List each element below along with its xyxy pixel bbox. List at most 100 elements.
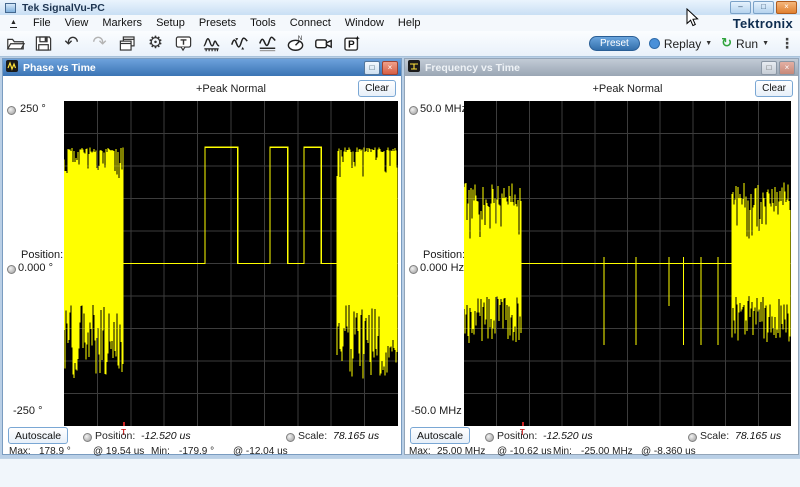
replay-label: Replay	[664, 37, 701, 51]
cascade-windows-icon[interactable]	[117, 33, 138, 54]
x-position-label: Position:	[497, 430, 537, 442]
menu-items: FileViewMarkersSetupPresetsToolsConnectW…	[26, 16, 428, 30]
menu-bar: ▲ FileViewMarkersSetupPresetsToolsConnec…	[0, 15, 800, 32]
svg-text:N: N	[298, 36, 302, 42]
preset-button[interactable]: Preset	[589, 36, 640, 51]
redo-icon[interactable]: ↷	[89, 33, 110, 54]
replay-status-icon	[649, 38, 660, 49]
run-label: Run	[736, 37, 758, 51]
x-position-label: Position:	[95, 430, 135, 442]
min-label: Min:	[151, 446, 170, 457]
undo-icon[interactable]: ↶	[61, 33, 82, 54]
position-knob-icon[interactable]	[7, 265, 16, 274]
meter-icon[interactable]: N	[285, 33, 306, 54]
min-label: Min:	[553, 446, 572, 457]
frequency-plot[interactable]: T	[464, 101, 791, 426]
max-at-value: @ 19.54 us	[93, 446, 144, 457]
app-titlebar: Tek SignalVu-PC – □ ×	[0, 0, 800, 16]
autoscale-button[interactable]: Autoscale	[8, 427, 68, 444]
min-value: -25.00 MHz	[581, 446, 633, 457]
clear-button[interactable]: Clear	[358, 80, 396, 97]
preset-p-icon[interactable]: P	[341, 33, 362, 54]
maximize-button[interactable]: □	[753, 1, 774, 14]
autoscale-button[interactable]: Autoscale	[410, 427, 470, 444]
panel-close-button[interactable]: ×	[382, 61, 398, 75]
panel-icon	[408, 59, 420, 77]
menu-item-help[interactable]: Help	[391, 16, 428, 30]
x-scale-value[interactable]: 78.165 us	[333, 430, 379, 442]
menu-item-setup[interactable]: Setup	[149, 16, 192, 30]
tektronix-logo: Tektronix	[733, 16, 793, 31]
x-position-value[interactable]: -12.520 us	[543, 430, 593, 442]
detector-label: +Peak Normal	[464, 83, 791, 95]
scale-knob-icon[interactable]	[409, 106, 418, 115]
min-at-value: @ -12.04 us	[233, 446, 288, 457]
run-dropdown-icon[interactable]: ▼	[762, 40, 769, 47]
mouse-cursor	[686, 8, 699, 32]
x-scale-knob-icon[interactable]	[286, 433, 295, 442]
open-icon[interactable]	[5, 33, 26, 54]
menu-item-tools[interactable]: Tools	[243, 16, 283, 30]
panel-close-button[interactable]: ×	[779, 61, 795, 75]
max-label: Max:	[9, 446, 31, 457]
scale-knob-icon[interactable]	[7, 106, 16, 115]
y-axis-bottom-label: -250 °	[13, 405, 42, 417]
run-refresh-icon: ↻	[721, 36, 732, 51]
min-value: -179.9 °	[179, 446, 214, 457]
menu-item-markers[interactable]: Markers	[95, 16, 149, 30]
text-marker-icon[interactable]	[173, 33, 194, 54]
display-area: Phase vs Time □ × +Peak Normal Clear 250…	[0, 57, 800, 458]
phase-plot[interactable]: T	[64, 101, 398, 426]
menu-item-file[interactable]: File	[26, 16, 58, 30]
max-value: 25.00 MHz	[437, 446, 485, 457]
x-position-value[interactable]: -12.520 us	[141, 430, 191, 442]
x-position-knob-icon[interactable]	[83, 433, 92, 442]
max-at-value: @ -10.62 us	[497, 446, 552, 457]
run-control[interactable]: ↻ Run ▼	[721, 36, 769, 51]
save-icon[interactable]	[33, 33, 54, 54]
panel-title: Frequency vs Time	[425, 62, 520, 74]
clear-button[interactable]: Clear	[755, 80, 793, 97]
menu-item-view[interactable]: View	[58, 16, 96, 30]
y-position-label: Position:	[423, 249, 465, 261]
waveform-markers-icon[interactable]	[229, 33, 250, 54]
menu-item-connect[interactable]: Connect	[283, 16, 338, 30]
settings-gear-icon[interactable]: ⚙	[145, 33, 166, 54]
panel-phase-vs-time: Phase vs Time □ × +Peak Normal Clear 250…	[2, 58, 402, 455]
y-position-value: 0.000 Hz	[420, 262, 464, 274]
app-title: Tek SignalVu-PC	[22, 2, 105, 14]
toolbar: ↶ ↷ ⚙ N P Preset Replay ▼ ↻ Run ▼ ⋮	[0, 31, 800, 57]
toolbar-icons: ↶ ↷ ⚙ N P	[5, 33, 369, 54]
frequency-panel-titlebar[interactable]: Frequency vs Time □ ×	[405, 59, 798, 76]
panel-frequency-vs-time: Frequency vs Time □ × +Peak Normal Clear…	[404, 58, 799, 455]
panel-maximize-button[interactable]: □	[364, 61, 380, 75]
bottom-settings-bar: Phase vs Time Frequency Ref Lev Meas BW …	[0, 458, 800, 487]
panel-title: Phase vs Time	[23, 62, 96, 74]
replay-dropdown-icon[interactable]: ▼	[705, 40, 712, 47]
more-options-icon[interactable]: ⋮	[780, 35, 794, 52]
x-scale-label: Scale:	[700, 430, 729, 442]
waveform-trace-icon[interactable]	[257, 33, 278, 54]
panel-icon	[6, 59, 18, 77]
replay-control[interactable]: Replay ▼	[649, 37, 712, 51]
y-position-label: Position:	[21, 249, 63, 261]
x-position-knob-icon[interactable]	[485, 433, 494, 442]
position-knob-icon[interactable]	[409, 265, 418, 274]
y-axis-top-label: 250 °	[20, 103, 46, 115]
y-axis-bottom-label: -50.0 MHz	[411, 405, 462, 417]
y-position-value: 0.000 °	[18, 262, 53, 274]
collapse-menu-icon[interactable]: ▲	[10, 19, 17, 28]
x-scale-value[interactable]: 78.165 us	[735, 430, 781, 442]
x-scale-knob-icon[interactable]	[688, 433, 697, 442]
camera-icon[interactable]	[313, 33, 334, 54]
spectrum-analyzer-icon[interactable]	[201, 33, 222, 54]
max-label: Max:	[409, 446, 431, 457]
panel-maximize-button[interactable]: □	[761, 61, 777, 75]
detector-label: +Peak Normal	[64, 83, 398, 95]
x-scale-label: Scale:	[298, 430, 327, 442]
minimize-button[interactable]: –	[730, 1, 751, 14]
menu-item-presets[interactable]: Presets	[192, 16, 243, 30]
phase-panel-titlebar[interactable]: Phase vs Time □ ×	[3, 59, 401, 76]
menu-item-window[interactable]: Window	[338, 16, 391, 30]
close-button[interactable]: ×	[776, 1, 797, 14]
